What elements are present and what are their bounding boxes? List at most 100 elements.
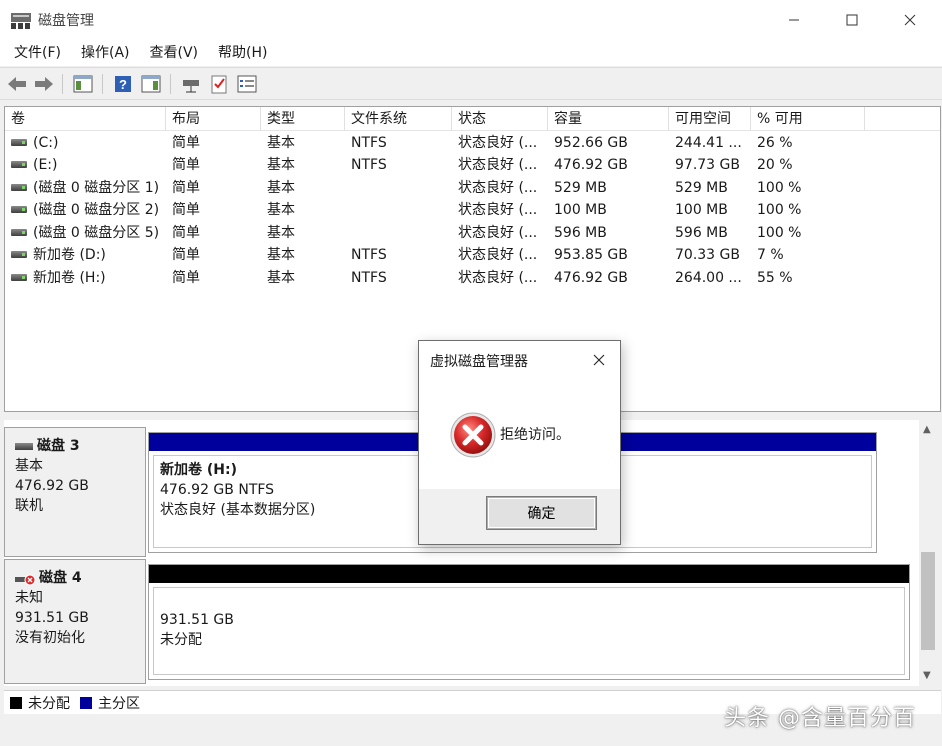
percent-free-cell: 100 % bbox=[757, 202, 802, 218]
unallocated-status: 未分配 bbox=[160, 632, 202, 648]
volume-name: 新加卷 (D:) bbox=[33, 247, 106, 263]
scrollbar-thumb[interactable] bbox=[921, 552, 935, 650]
type-cell: 基本 bbox=[267, 157, 295, 173]
close-icon bbox=[593, 354, 605, 366]
watermark-text: 头条 @含量百分百 bbox=[724, 706, 916, 731]
percent-free-cell: 100 % bbox=[757, 180, 802, 196]
column-header-capacity[interactable]: 容量 bbox=[548, 107, 669, 131]
volume-row[interactable]: (E:) 简单 基本 NTFS 状态良好 (... 476.92 GB 97.7… bbox=[5, 154, 940, 176]
free-space-cell: 529 MB bbox=[675, 180, 728, 196]
back-arrow-icon bbox=[8, 77, 26, 91]
type-cell: 基本 bbox=[267, 180, 295, 196]
disk-3-state: 联机 bbox=[15, 498, 43, 514]
maximize-icon bbox=[846, 14, 858, 26]
help-button[interactable]: ? bbox=[112, 73, 134, 95]
menu-action[interactable]: 操作(A) bbox=[73, 40, 138, 66]
column-header-type[interactable]: 类型 bbox=[261, 107, 345, 131]
volume-row[interactable]: (磁盘 0 磁盘分区 5) 简单 基本 状态良好 (... 596 MB 596… bbox=[5, 222, 940, 244]
window-title: 磁盘管理 bbox=[38, 13, 94, 29]
volume-icon bbox=[11, 183, 27, 191]
disk-3-label[interactable]: 磁盘 3 基本 476.92 GB 联机 bbox=[4, 427, 146, 557]
type-cell: 基本 bbox=[267, 247, 295, 263]
status-cell: 状态良好 (... bbox=[458, 225, 538, 241]
menu-view[interactable]: 查看(V) bbox=[142, 40, 207, 66]
console-tree-icon bbox=[73, 75, 93, 93]
disk-4-type: 未知 bbox=[15, 590, 43, 606]
type-cell: 基本 bbox=[267, 202, 295, 218]
close-icon bbox=[904, 14, 916, 26]
volume-list-header: 卷 布局 类型 文件系统 状态 容量 可用空间 % 可用 bbox=[5, 107, 940, 131]
status-cell: 状态良好 (... bbox=[458, 135, 538, 151]
toolbar: ? bbox=[0, 67, 942, 100]
column-header-free-space[interactable]: 可用空间 bbox=[669, 107, 751, 131]
minimize-icon bbox=[789, 19, 799, 21]
percent-free-cell: 55 % bbox=[757, 270, 793, 286]
volume-name: (E:) bbox=[33, 157, 58, 173]
scroll-down-icon[interactable]: ▼ bbox=[923, 670, 931, 681]
free-space-cell: 264.00 ... bbox=[675, 270, 742, 286]
properties-button[interactable] bbox=[140, 73, 162, 95]
type-cell: 基本 bbox=[267, 270, 295, 286]
column-header-layout[interactable]: 布局 bbox=[166, 107, 261, 131]
maximize-button[interactable] bbox=[823, 0, 881, 40]
volume-row[interactable]: (磁盘 0 磁盘分区 2) 简单 基本 状态良好 (... 100 MB 100… bbox=[5, 199, 940, 221]
column-header-volume[interactable]: 卷 bbox=[5, 107, 166, 131]
filesystem-cell: NTFS bbox=[351, 157, 387, 173]
volume-name: 新加卷 (H:) bbox=[33, 270, 106, 286]
close-window-button[interactable] bbox=[881, 0, 939, 40]
column-header-filesystem[interactable]: 文件系统 bbox=[345, 107, 452, 131]
disk-view-scrollbar[interactable]: ▲ ▼ bbox=[919, 420, 937, 686]
access-denied-dialog: 虚拟磁盘管理器 拒绝访问。 确定 bbox=[418, 340, 621, 545]
unallocated-size: 931.51 GB bbox=[160, 612, 234, 628]
back-button[interactable] bbox=[6, 73, 28, 95]
volume-row[interactable]: (C:) 简单 基本 NTFS 状态良好 (... 952.66 GB 244.… bbox=[5, 132, 940, 154]
disk-4-size: 931.51 GB bbox=[15, 610, 89, 626]
menu-help[interactable]: 帮助(H) bbox=[210, 40, 275, 66]
disk-management-app-icon bbox=[11, 13, 31, 29]
volume-cell: (E:) bbox=[5, 154, 166, 176]
unallocated-bar bbox=[149, 565, 909, 583]
filesystem-cell: NTFS bbox=[351, 270, 387, 286]
filesystem-cell bbox=[345, 199, 452, 221]
volume-row[interactable]: 新加卷 (D:) 简单 基本 NTFS 状态良好 (... 953.85 GB … bbox=[5, 244, 940, 266]
legend-primary: 主分区 bbox=[98, 695, 140, 712]
menu-file[interactable]: 文件(F) bbox=[6, 40, 69, 66]
free-space-cell: 596 MB bbox=[675, 225, 728, 241]
layout-cell: 简单 bbox=[172, 202, 200, 218]
minimize-button[interactable] bbox=[765, 0, 823, 40]
toolbar-separator bbox=[102, 74, 103, 94]
column-header-percent-free[interactable]: % 可用 bbox=[751, 107, 865, 131]
check-button[interactable] bbox=[208, 73, 230, 95]
volume-icon bbox=[11, 250, 27, 258]
volume-cell: (磁盘 0 磁盘分区 2) bbox=[5, 199, 166, 221]
volume-row[interactable]: 新加卷 (H:) 简单 基本 NTFS 状态良好 (... 476.92 GB … bbox=[5, 267, 940, 289]
type-cell: 基本 bbox=[267, 225, 295, 241]
filesystem-cell: NTFS bbox=[351, 247, 387, 263]
forward-button[interactable] bbox=[33, 73, 55, 95]
scroll-up-icon[interactable]: ▲ bbox=[923, 424, 931, 435]
list-view-button[interactable] bbox=[236, 73, 258, 95]
dialog-title: 虚拟磁盘管理器 bbox=[430, 354, 528, 370]
status-cell: 状态良好 (... bbox=[458, 180, 538, 196]
status-cell: 状态良好 (... bbox=[458, 157, 538, 173]
filesystem-cell bbox=[345, 177, 452, 199]
disk-icon bbox=[15, 442, 33, 450]
volume-row[interactable]: (磁盘 0 磁盘分区 1) 简单 基本 状态良好 (... 529 MB 529… bbox=[5, 177, 940, 199]
console-tree-button[interactable] bbox=[72, 73, 94, 95]
volume-name: (磁盘 0 磁盘分区 1) bbox=[33, 180, 160, 196]
disk-4-state: 没有初始化 bbox=[15, 630, 85, 646]
ok-button[interactable]: 确定 bbox=[487, 497, 596, 529]
svg-text:?: ? bbox=[119, 77, 127, 92]
forward-arrow-icon bbox=[35, 77, 53, 91]
unallocated-space[interactable]: 931.51 GB 未分配 bbox=[148, 564, 910, 680]
help-icon: ? bbox=[115, 76, 131, 92]
connect-button[interactable] bbox=[180, 73, 202, 95]
dialog-close-button[interactable] bbox=[587, 349, 611, 371]
free-space-cell: 244.41 ... bbox=[675, 135, 742, 151]
connect-drive-icon bbox=[183, 80, 199, 93]
column-header-status[interactable]: 状态 bbox=[452, 107, 548, 131]
percent-free-cell: 20 % bbox=[757, 157, 793, 173]
error-icon bbox=[450, 412, 496, 458]
disk-4-label[interactable]: 磁盘 4 未知 931.51 GB 没有初始化 bbox=[4, 559, 146, 684]
disk-3-size: 476.92 GB bbox=[15, 478, 89, 494]
